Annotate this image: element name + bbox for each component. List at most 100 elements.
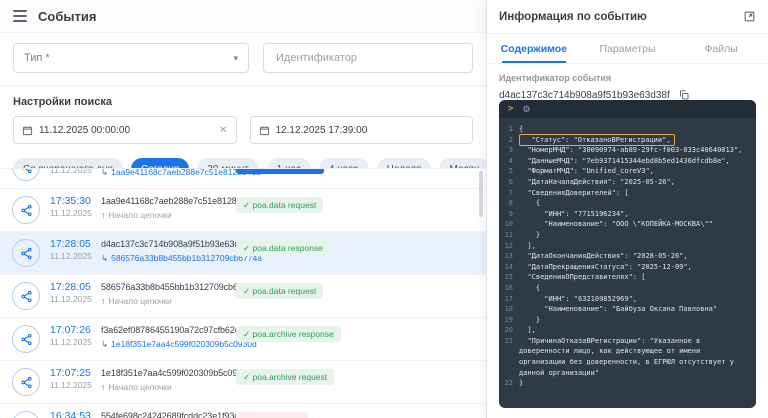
event-id-text: d4ac137c3c714b908a9f51b93e63d38f [101, 239, 251, 249]
event-status-badge: ✓ poa.data request [236, 197, 323, 213]
event-status-badge: ✓ poa.archive request [236, 369, 334, 385]
chain-start-label: Начало цепочки [108, 296, 172, 306]
chain-start-label: Начало цепочки [108, 210, 172, 220]
tab-parameters[interactable]: Параметры [581, 34, 675, 63]
line-number: 15 [503, 272, 519, 283]
calendar-icon [259, 125, 270, 136]
line-number: 12 [503, 241, 519, 252]
chain-start-arrow-icon: ↑ [101, 296, 105, 306]
identifier-field-wrap [263, 43, 473, 73]
event-date: 11.12.2025 [50, 294, 92, 304]
chain-link-icon [12, 196, 40, 224]
code-line: 17 "ИНН": "632109852969", [503, 294, 748, 305]
event-id-text: 586576a33b8b455bb1b312709cb6774a [101, 282, 257, 292]
date-from-input[interactable]: 11.12.2025 00:00:00 ✕ [13, 116, 237, 144]
event-row[interactable]: 17:07:26 11.12.2025 f3a62ef08786455190a7… [0, 318, 486, 361]
event-time: 16:34:53 [50, 410, 91, 418]
identifier-input[interactable] [274, 51, 462, 65]
code-line: 8 { [503, 198, 748, 209]
page-title: События [38, 9, 96, 24]
event-date: 11.12.2025 [50, 168, 92, 175]
event-date: 11.12.2025 [50, 380, 92, 390]
filter-row: Тип * ▾ [0, 33, 486, 86]
search-settings-title: Настройки поиска [0, 86, 486, 112]
code-line: 10 "Наименование": "ООО \"КОПЕЙКА-МОСКВА… [503, 219, 748, 230]
event-id-text: 1e18f351e7aa4c599f020309b5c0930d [101, 368, 252, 378]
code-line: 6 "ДатаНачалаДействия": "2025-05-26", [503, 177, 748, 188]
event-time: 17:28:05 [50, 281, 91, 293]
line-number: 14 [503, 262, 519, 273]
event-status-badge: ✓ poa.data response [236, 240, 330, 256]
detail-tabs: Содержимое Параметры Файлы [487, 34, 768, 64]
code-line: 4 "ДанныеМЧД": "7eb9371415344ebd8b5ed143… [503, 156, 748, 167]
code-line: 14 "ДатаПрекращенияСтатуса": "2025-12-09… [503, 262, 748, 273]
line-number: 3 [503, 145, 519, 156]
event-list: 11.12.2025 ↳ 1aa9e41168c7aeb288e7c51e8128… [0, 168, 486, 418]
line-number: 2 [503, 135, 519, 146]
event-time: 17:07:26 [50, 324, 91, 336]
tab-files[interactable]: Файлы [674, 34, 768, 63]
line-number: 21 [503, 336, 519, 378]
code-line: 12 ], [503, 241, 748, 252]
chain-link-icon [12, 411, 40, 418]
event-row[interactable]: 16:34:53 554fe698c24242689fcddc23e1f93cb… [0, 404, 486, 418]
events-panel: События Тип * ▾ Настройки поиска 11.12.2… [0, 0, 486, 418]
clear-date-icon[interactable]: ✕ [219, 125, 227, 136]
event-id-text: f3a62ef08786455190a72c97cfb62efe [101, 325, 247, 335]
date-to-value: 12.12.2025 17:39:00 [276, 125, 368, 136]
code-line-highlighted: 2 "Статус": "ОтказаноВРегистрации", [503, 135, 748, 146]
code-line: 3 "НомерМЧД": "30090974-ab89-29fc-f003-0… [503, 145, 748, 156]
line-number: 6 [503, 177, 519, 188]
code-line: 11 } [503, 230, 748, 241]
event-id-label: Идентификатор события [499, 73, 756, 83]
event-row[interactable]: 17:28:05 11.12.2025 586576a33b8b455bb1b3… [0, 275, 486, 318]
parent-event-link[interactable]: 1e18f351e7aa4c599f020309b5c0930d [111, 339, 257, 349]
wrench-icon[interactable]: ⚙ [522, 105, 530, 114]
event-time: 17:07:25 [50, 367, 91, 379]
date-from-value: 11.12.2025 00:00:00 [39, 125, 130, 136]
event-row[interactable]: 17:07:25 11.12.2025 1e18f351e7aa4c599f02… [0, 361, 486, 404]
event-row-selected[interactable]: 17:28:05 11.12.2025 d4ac137c3c714b908a9f… [0, 232, 486, 275]
app-header: События [0, 0, 486, 33]
chain-link-icon [12, 239, 40, 267]
tab-content[interactable]: Содержимое [487, 34, 581, 63]
code-line: 21 "ПричинаОтказаВРегистрации": "Указанн… [503, 336, 748, 378]
json-viewer-toolbar: > ⚙ [499, 100, 756, 118]
line-number: 22 [503, 378, 519, 389]
event-id-text: 1aa9e41168c7aeb288e7c51e8128d41b [101, 196, 256, 206]
line-number: 11 [503, 230, 519, 241]
code-line: 7 "СведенияДоверителей": [ [503, 188, 748, 199]
event-row[interactable]: 17:35:30 11.12.2025 1aa9e41168c7aeb288e7… [0, 189, 486, 232]
json-code: 1{ 2 "Статус": "ОтказаноВРегистрации", 3… [499, 118, 756, 395]
code-line: 13 "ДатаОкончанияДействия": "2028-05-26"… [503, 251, 748, 262]
event-type-select-label: Тип * [24, 52, 50, 64]
line-number: 8 [503, 198, 519, 209]
line-number: 16 [503, 283, 519, 294]
chain-link-icon [12, 368, 40, 396]
event-type-select[interactable]: Тип * ▾ [13, 43, 249, 73]
code-line: 22} [503, 378, 748, 389]
line-number: 4 [503, 156, 519, 167]
code-line: 15 "СведенияОПредставителях": [ [503, 272, 748, 283]
line-number: 1 [503, 124, 519, 135]
event-status-badge: ✓ poa.data request [236, 283, 323, 299]
line-number: 9 [503, 209, 519, 220]
event-status-badge: ✓ poa.archive response [236, 326, 341, 342]
detail-panel-title: Информация по событию [499, 11, 647, 23]
list-scrollbar-thumb[interactable] [479, 171, 483, 217]
menu-icon[interactable] [13, 10, 27, 22]
expand-icon[interactable] [743, 10, 756, 23]
event-date: 11.12.2025 [50, 208, 92, 218]
chain-link-icon [12, 168, 40, 181]
chain-start-arrow-icon: ↑ [101, 382, 105, 392]
date-to-input[interactable]: 12.12.2025 17:39:00 [250, 116, 474, 144]
chain-arrow-icon: ↳ [101, 339, 108, 349]
code-line: 16 { [503, 283, 748, 294]
prompt-icon[interactable]: > [508, 105, 513, 114]
event-status-badge [236, 168, 324, 174]
event-detail-panel: Информация по событию Содержимое Парамет… [486, 0, 768, 418]
event-status-badge [236, 412, 308, 418]
event-row[interactable]: 11.12.2025 ↳1aa9e41168c7aeb288e7c51e8128… [0, 168, 486, 189]
line-number: 17 [503, 294, 519, 305]
event-id-section: Идентификатор события d4ac137c3c714b908a… [487, 64, 768, 105]
